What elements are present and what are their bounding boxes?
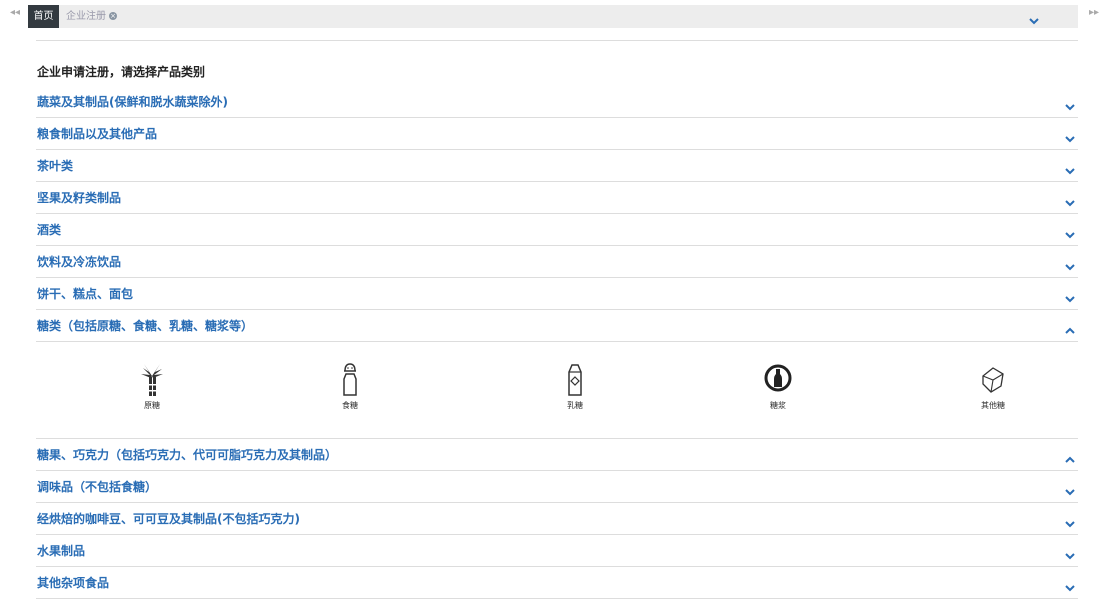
category-label[interactable]: 粮食制品以及其他产品	[37, 125, 157, 142]
category-label[interactable]: 调味品（不包括食糖）	[37, 478, 157, 495]
category-row[interactable]: 糖果、巧克力（包括巧克力、代可可脂巧克力及其制品）	[36, 439, 1078, 471]
category-label[interactable]: 饼干、糕点、面包	[37, 285, 133, 302]
chevron-down-icon[interactable]	[1064, 135, 1076, 143]
subcategory-panel: 原糖 食糖 乳糖 糖浆 其他糖	[36, 342, 1078, 439]
scroll-tabs-left-icon[interactable]: ◂◂	[10, 7, 20, 18]
chevron-down-icon[interactable]	[1064, 552, 1076, 560]
page-instruction: 企业申请注册，请选择产品类别	[37, 65, 206, 79]
category-label[interactable]: 坚果及籽类制品	[37, 189, 121, 206]
category-row[interactable]: 酒类	[36, 214, 1078, 246]
syrup-bottle-icon	[748, 362, 808, 398]
category-row[interactable]: 茶叶类	[36, 150, 1078, 182]
chevron-down-icon[interactable]	[1064, 520, 1076, 528]
chevron-up-icon[interactable]	[1064, 327, 1076, 335]
close-tab-icon[interactable]: ×	[109, 12, 117, 20]
category-label[interactable]: 茶叶类	[37, 157, 73, 174]
tab-enterprise-registration[interactable]: 企业注册 ×	[66, 5, 117, 28]
chevron-down-icon[interactable]	[1064, 488, 1076, 496]
category-row[interactable]: 饮料及冷冻饮品	[36, 246, 1078, 278]
subcategory-label: 食糖	[342, 401, 358, 410]
subcategory-label: 糖浆	[770, 401, 786, 410]
category-row[interactable]: 蔬菜及其制品(保鲜和脱水蔬菜除外)	[36, 86, 1078, 118]
chevron-down-icon[interactable]	[1028, 17, 1040, 25]
sugar-cube-icon	[963, 362, 1023, 398]
chevron-down-icon[interactable]	[1064, 103, 1076, 111]
category-label[interactable]: 酒类	[37, 221, 61, 238]
chevron-down-icon[interactable]	[1064, 231, 1076, 239]
category-row[interactable]: 坚果及籽类制品	[36, 182, 1078, 214]
category-label[interactable]: 经烘焙的咖啡豆、可可豆及其制品(不包括巧克力)	[37, 510, 300, 527]
sugar-shaker-icon	[320, 362, 380, 398]
divider	[36, 40, 1078, 41]
tab-strip: 首页 企业注册 ×	[28, 5, 1078, 28]
tab-label: 企业注册	[66, 11, 106, 22]
category-row[interactable]: 调味品（不包括食糖）	[36, 471, 1078, 503]
category-row[interactable]: 经烘焙的咖啡豆、可可豆及其制品(不包括巧克力)	[36, 503, 1078, 535]
sugarcane-icon	[122, 362, 182, 398]
tab-home[interactable]: 首页	[28, 5, 59, 28]
chevron-up-icon[interactable]	[1064, 456, 1076, 464]
category-row[interactable]: 其他杂项食品	[36, 567, 1078, 599]
category-label[interactable]: 糖类（包括原糖、食糖、乳糖、糖浆等）	[37, 317, 253, 334]
category-row[interactable]: 饼干、糕点、面包	[36, 278, 1078, 310]
subcategory-option[interactable]: 乳糖	[545, 362, 605, 411]
category-label[interactable]: 饮料及冷冻饮品	[37, 253, 121, 270]
category-label[interactable]: 蔬菜及其制品(保鲜和脱水蔬菜除外)	[37, 93, 228, 110]
subcategory-label: 原糖	[144, 401, 160, 410]
subcategory-option[interactable]: 其他糖	[963, 362, 1023, 411]
subcategory-option[interactable]: 原糖	[122, 362, 182, 411]
scroll-tabs-right-icon[interactable]: ▸▸	[1089, 7, 1099, 18]
chevron-down-icon[interactable]	[1064, 584, 1076, 592]
subcategory-option[interactable]: 糖浆	[748, 362, 808, 411]
category-row[interactable]: 水果制品	[36, 535, 1078, 567]
subcategory-label: 其他糖	[981, 401, 1005, 410]
category-label[interactable]: 糖果、巧克力（包括巧克力、代可可脂巧克力及其制品）	[37, 446, 337, 463]
subcategory-option[interactable]: 食糖	[320, 362, 380, 411]
category-list: 蔬菜及其制品(保鲜和脱水蔬菜除外) 粮食制品以及其他产品 茶叶类坚果及籽类制品 酒类饮…	[36, 86, 1078, 599]
category-row[interactable]: 糖类（包括原糖、食糖、乳糖、糖浆等）	[36, 310, 1078, 342]
subcategory-label: 乳糖	[567, 401, 583, 410]
category-row[interactable]: 粮食制品以及其他产品	[36, 118, 1078, 150]
tab-bar: ◂◂ 首页 企业注册 × ▸▸	[0, 0, 1107, 32]
chevron-down-icon[interactable]	[1064, 263, 1076, 271]
category-label[interactable]: 水果制品	[37, 542, 85, 559]
chevron-down-icon[interactable]	[1064, 295, 1076, 303]
chevron-down-icon[interactable]	[1064, 167, 1076, 175]
category-label[interactable]: 其他杂项食品	[37, 574, 109, 591]
milk-carton-icon	[545, 362, 605, 398]
chevron-down-icon[interactable]	[1064, 199, 1076, 207]
